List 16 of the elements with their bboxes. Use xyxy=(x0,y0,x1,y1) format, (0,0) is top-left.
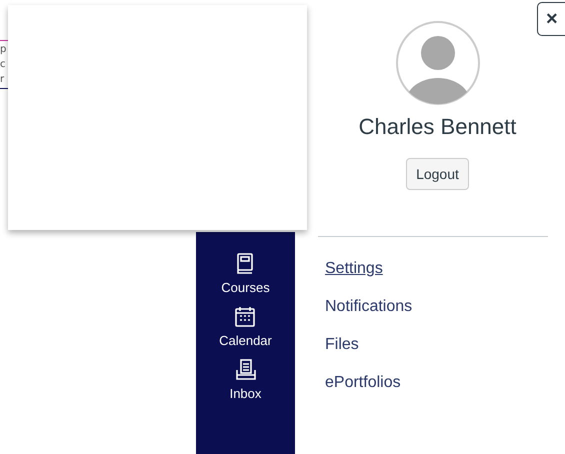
menu-link[interactable]: ePortfolios xyxy=(325,373,412,393)
nav-item[interactable]: Calendar xyxy=(219,305,272,348)
inbox-icon xyxy=(234,358,258,382)
menu-link[interactable]: Settings xyxy=(325,259,412,279)
user-name: Charles Bennett xyxy=(358,114,516,140)
nav-item[interactable]: Inbox xyxy=(230,358,262,401)
menu-link[interactable]: Files xyxy=(325,335,412,355)
nav-item[interactable]: Courses xyxy=(221,252,270,295)
text-fragment: c xyxy=(0,58,6,71)
avatar-icon xyxy=(394,20,480,106)
text-fragment: p xyxy=(0,43,8,56)
logout-button[interactable]: Logout xyxy=(406,158,469,190)
text-fragment: r xyxy=(0,73,6,86)
close-button[interactable]: × xyxy=(537,2,565,36)
menu-link[interactable]: Notifications xyxy=(325,297,412,317)
calendar-icon xyxy=(233,305,258,329)
